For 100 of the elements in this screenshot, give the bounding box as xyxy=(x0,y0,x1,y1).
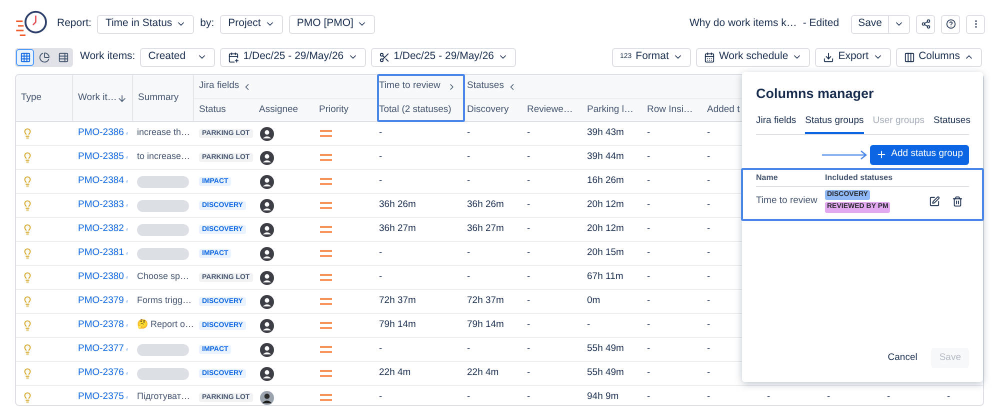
column-header[interactable]: Discovery xyxy=(467,102,509,118)
time-cell: 72h 37m xyxy=(379,295,416,306)
column-group-header[interactable]: Time to review xyxy=(379,79,440,94)
time-cell: - xyxy=(467,175,470,186)
time-cell: - xyxy=(379,127,382,138)
columns-icon xyxy=(904,52,915,62)
time-cell: - xyxy=(379,343,382,354)
work-item-link[interactable]: PMO-2376 xyxy=(78,366,124,381)
time-cell: - xyxy=(467,391,470,402)
report-dropdown[interactable]: Time in Status xyxy=(97,14,194,34)
column-group-header[interactable]: Jira fields xyxy=(199,79,240,94)
medium-priority-icon xyxy=(320,394,332,401)
column-header[interactable]: Work it… xyxy=(78,90,117,106)
column-header[interactable]: Summary xyxy=(138,90,179,106)
hidden-summary xyxy=(137,368,189,380)
work-item-link[interactable]: PMO-2380 xyxy=(78,270,124,285)
time-cell: - xyxy=(827,391,830,402)
time-cell: - xyxy=(527,223,530,234)
work-item-link[interactable]: PMO-2382 xyxy=(78,222,124,237)
group-name: Time to review xyxy=(756,194,818,208)
medium-priority-icon xyxy=(320,226,332,233)
time-cell: - xyxy=(379,151,382,162)
pie-chart-icon xyxy=(38,52,50,62)
help-button[interactable] xyxy=(941,14,960,34)
time-cell: - xyxy=(527,151,530,162)
time-cell: - xyxy=(647,367,650,378)
dialog-title: Columns manager xyxy=(756,85,875,103)
work-item-link[interactable]: PMO-2379 xyxy=(78,294,124,309)
time-cell: - xyxy=(647,127,650,138)
time-cell: - xyxy=(647,151,650,162)
time-cell: - xyxy=(527,391,530,402)
time-cell: - xyxy=(767,391,770,402)
column-header[interactable]: Parking l… xyxy=(587,102,634,118)
work-item-link[interactable]: PMO-2386 xyxy=(78,126,124,141)
column-header[interactable]: Row Insi… xyxy=(647,102,693,118)
time-cell: 20h 15m xyxy=(587,247,624,258)
edited-label: - Edited xyxy=(802,16,840,32)
scissors-icon xyxy=(378,52,390,62)
work-schedule-dropdown[interactable]: Work schedule xyxy=(696,48,810,66)
add-status-group-button[interactable]: Add status group xyxy=(870,144,969,164)
share-icon xyxy=(920,19,930,29)
column-header[interactable]: Status xyxy=(199,102,226,118)
sort-icon[interactable] xyxy=(116,92,127,104)
time-cell: 36h 27m xyxy=(467,223,504,234)
export-dropdown[interactable]: Export xyxy=(815,48,891,66)
dialog-tab[interactable]: Status groups xyxy=(805,114,864,134)
cancel-button[interactable]: Cancel xyxy=(884,350,922,366)
resolved-range-dropdown[interactable]: 1/Dec/25 - 29/May/26 xyxy=(370,48,516,66)
more-button[interactable] xyxy=(966,14,985,34)
medium-priority-icon xyxy=(320,154,332,161)
time-cell: 22h 4m xyxy=(467,367,499,378)
work-item-link[interactable]: PMO-2377 xyxy=(78,342,124,357)
group-by-dropdown[interactable]: Project xyxy=(220,14,283,34)
time-cell: - xyxy=(527,175,530,186)
by-label: by: xyxy=(200,16,214,32)
share-button[interactable] xyxy=(916,14,935,34)
time-cell: - xyxy=(467,271,470,282)
time-cell: 22h 4m xyxy=(379,367,411,378)
dialog-tab[interactable]: Jira fields xyxy=(756,114,796,134)
column-header[interactable]: Total (2 statuses) xyxy=(379,102,452,118)
idea-icon xyxy=(22,344,33,355)
work-item-link[interactable]: PMO-2384 xyxy=(78,174,124,189)
column-header[interactable]: Reviewe… xyxy=(527,102,573,118)
work-item-link[interactable]: PMO-2383 xyxy=(78,198,124,213)
report-label: Report: xyxy=(57,16,92,32)
idea-icon xyxy=(22,128,33,139)
work-item-link[interactable]: PMO-2385 xyxy=(78,150,124,165)
time-cell: - xyxy=(527,247,530,258)
work-item-link[interactable]: PMO-2375 xyxy=(78,390,124,405)
project-filter-dropdown[interactable]: PMO [PMO] xyxy=(288,14,376,34)
hidden-summary xyxy=(137,344,189,356)
time-cell: 67h 11m xyxy=(587,271,624,282)
time-cell: 72h 37m xyxy=(467,295,504,306)
column-group-header[interactable]: Statuses xyxy=(467,79,504,94)
time-cell: - xyxy=(379,391,382,402)
hidden-summary xyxy=(137,224,189,236)
summary-text: Підготуват… xyxy=(137,391,190,402)
hidden-summary xyxy=(137,200,189,212)
column-header[interactable]: Type xyxy=(21,90,42,106)
edit-icon[interactable] xyxy=(929,196,940,206)
summary-text: to increase… xyxy=(137,151,190,162)
created-range-dropdown[interactable]: 1/Dec/25 - 29/May/26 xyxy=(220,48,366,66)
work-item-link[interactable]: PMO-2378 xyxy=(78,318,124,333)
idea-icon xyxy=(22,248,33,259)
hidden-summary xyxy=(137,176,189,188)
work-items-dropdown[interactable]: Created xyxy=(140,48,216,66)
medium-priority-icon xyxy=(320,274,332,281)
dialog-tab[interactable]: Statuses xyxy=(934,114,970,134)
view-toggle[interactable] xyxy=(16,48,34,66)
grid-icon xyxy=(20,52,30,62)
time-cell: - xyxy=(527,367,530,378)
columns-dropdown[interactable]: Columns xyxy=(896,48,982,66)
column-header[interactable]: Priority xyxy=(319,102,349,118)
column-header[interactable]: Added t xyxy=(707,102,740,118)
delete-icon[interactable] xyxy=(952,196,963,206)
time-cell: - xyxy=(707,199,710,210)
time-cell: 94h 9m xyxy=(587,391,619,402)
work-item-link[interactable]: PMO-2381 xyxy=(78,246,124,261)
time-cell: - xyxy=(467,247,470,258)
column-header[interactable]: Assignee xyxy=(259,102,298,118)
